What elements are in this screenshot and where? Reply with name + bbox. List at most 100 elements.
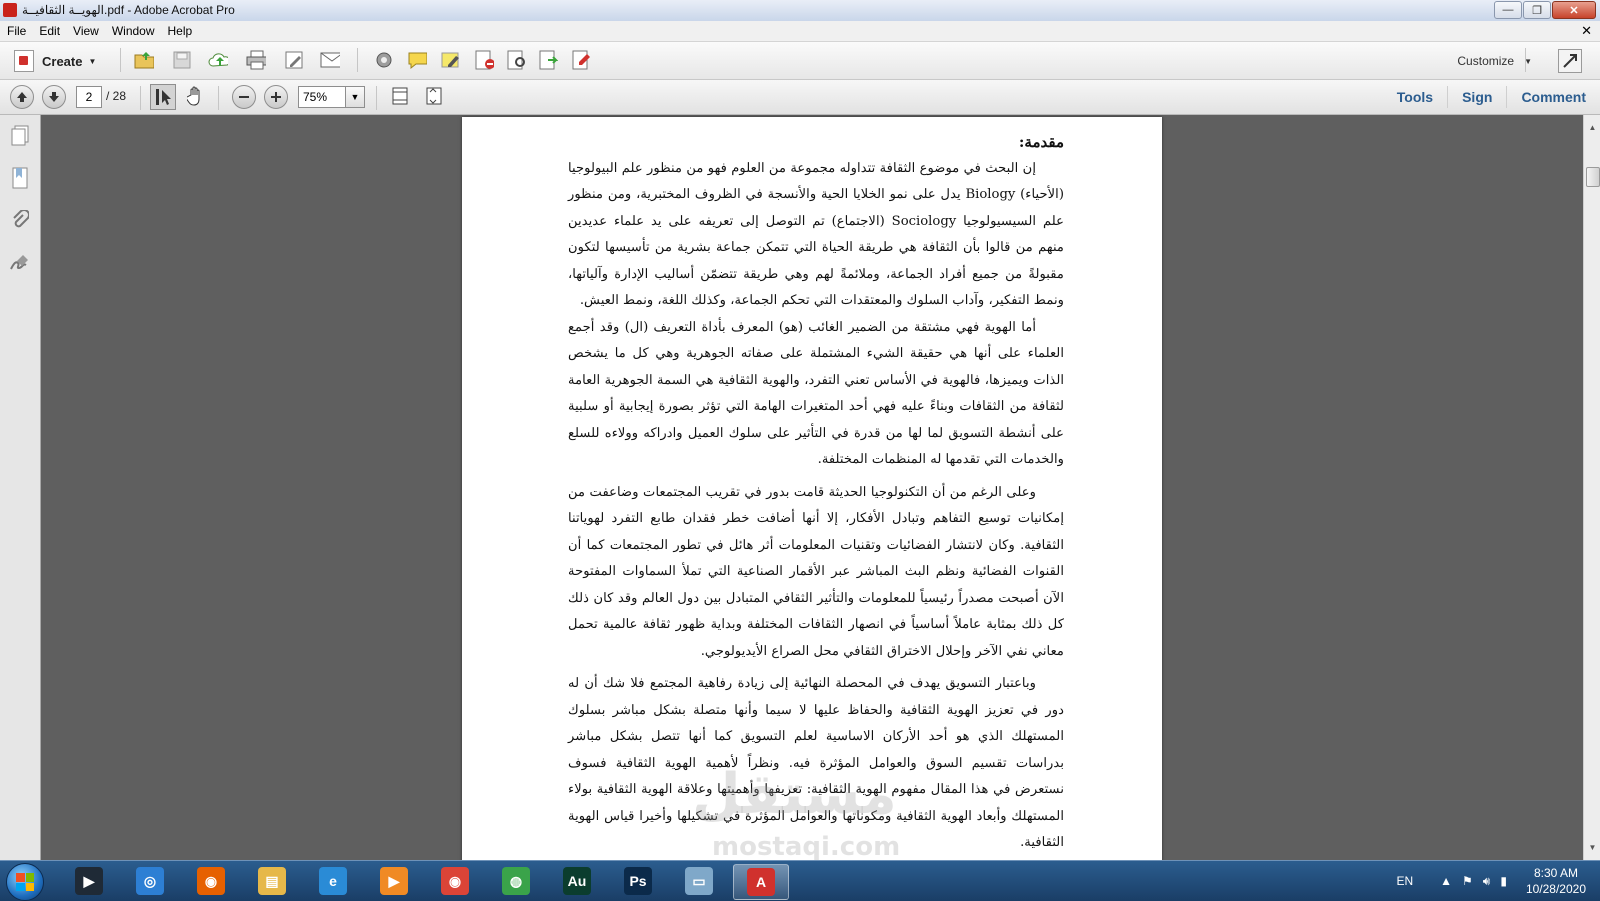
edit-icon[interactable] [284,50,304,70]
delete-page-icon[interactable] [474,50,494,70]
section-heading: مقدمة: [1018,133,1064,151]
clock[interactable]: 8:30 AM 10/28/2020 [1526,865,1586,897]
taskbar-app-file-explorer[interactable]: ▤ [245,864,299,898]
minimize-button[interactable]: — [1494,1,1522,19]
document-close-button[interactable]: ✕ [1581,23,1592,39]
taskbar-app-audition[interactable]: Au [550,864,604,898]
page-total: / 28 [106,89,127,103]
cursor-icon [156,89,171,105]
network-icon[interactable]: ▮ [1500,874,1507,888]
menu-view[interactable]: View [66,21,105,38]
review-icon[interactable] [506,50,526,70]
window-title: الهويــة الثقافيــة.pdf - Adobe Acrobat … [22,3,235,17]
media-player-icon: ▶ [75,867,103,895]
previous-page-button[interactable] [10,85,34,109]
menu-help[interactable]: Help [161,21,199,38]
save-icon[interactable] [172,50,192,70]
close-button[interactable]: ✕ [1552,1,1596,19]
stamp-icon[interactable] [571,50,591,70]
paragraph: أما الهوية فهي مشتقة من الضمير الغائب (ه… [568,319,1064,468]
tools-link[interactable]: Tools [1383,86,1447,108]
taskbar-app-green-app[interactable]: ◍ [489,864,543,898]
expand-icon[interactable] [1558,49,1582,73]
sign-link[interactable]: Sign [1447,86,1506,108]
taskbar-app-media-center[interactable]: ▶ [367,864,421,898]
pdf-app-icon [3,3,17,17]
bookmarks-icon[interactable] [9,167,31,189]
create-pdf-icon [14,50,34,72]
toolbar-divider [140,86,141,110]
fit-width-icon [392,87,408,105]
export-icon[interactable] [538,50,558,70]
taskbar-app-media-player[interactable]: ▶ [62,864,116,898]
comment-link[interactable]: Comment [1506,86,1600,108]
toolbar-divider [376,86,377,110]
zoom-dropdown-button[interactable]: ▼ [345,86,365,108]
taskbar-app-photoshop[interactable]: Ps [611,864,665,898]
acrobat-icon: A [747,868,775,896]
fit-page-button[interactable] [422,84,446,108]
main-toolbar: Create ▼ Customize ▼ [0,42,1600,80]
page-number-input[interactable]: 2 [76,86,102,108]
action-center-icon[interactable]: ⚑ [1462,874,1473,888]
window-controls: — ❐ ✕ [1494,1,1596,19]
comment-icon[interactable] [407,50,427,70]
paragraph: إن البحث في موضوع الثقافة تتداوله مجموعة… [568,160,1064,309]
internet-explorer-icon: e [319,867,347,895]
watermark-text: مستقل [692,762,897,827]
document-viewer[interactable]: مقدمة: إن البحث في موضوع الثقافة تتداوله… [41,115,1583,860]
photoshop-icon: Ps [624,867,652,895]
taskbar-app-internet-explorer[interactable]: e [306,864,360,898]
start-button[interactable] [6,863,44,901]
audition-icon: Au [563,867,591,895]
hand-tool-button[interactable] [184,84,208,108]
taskbar-app-notepad[interactable]: ▭ [672,864,726,898]
zoom-level-input[interactable]: 75% [298,86,350,108]
toolbar-divider [1525,48,1526,72]
fit-width-button[interactable] [388,84,412,108]
arrow-down-icon [49,92,59,102]
language-indicator[interactable]: EN [1396,874,1413,888]
attachments-icon[interactable] [9,210,31,232]
scroll-up-arrow[interactable]: ▲ [1587,123,1598,134]
print-icon[interactable] [246,50,266,70]
fit-page-icon [426,87,442,105]
media-center-icon: ▶ [380,867,408,895]
toolbar-divider [357,48,358,72]
menu-file[interactable]: File [0,21,32,38]
signatures-icon[interactable] [9,252,31,274]
highlight-icon[interactable] [440,50,460,70]
watermark: مستقل mostaqi.com [692,762,900,860]
chevron-down-icon: ▼ [88,56,97,66]
system-tray: EN ▲ ⚑ 🔊︎ ▮ 8:30 AM 10/28/2020 [1396,861,1586,901]
tray-expand-icon[interactable]: ▲ [1440,874,1452,888]
select-tool-button[interactable] [150,84,176,110]
zoom-in-button[interactable] [264,85,288,109]
settings-icon[interactable] [374,50,394,70]
maximize-button[interactable]: ❐ [1523,1,1551,19]
next-page-button[interactable] [42,85,66,109]
clock-time: 8:30 AM [1533,866,1578,880]
upload-cloud-icon[interactable] [208,50,228,70]
scroll-down-arrow[interactable]: ▼ [1587,843,1598,854]
vertical-scrollbar[interactable]: ▲ ▼ [1583,115,1600,860]
clock-date: 10/28/2020 [1525,882,1586,896]
zoom-out-button[interactable] [232,85,256,109]
taskbar-app-app-swirl[interactable]: ◎ [123,864,177,898]
minus-icon [239,96,249,98]
page-thumbnails-icon[interactable] [9,125,31,147]
taskbar-app-chrome[interactable]: ◉ [428,864,482,898]
open-folder-icon[interactable] [134,50,154,70]
scroll-thumb[interactable] [1586,167,1600,187]
menu-window[interactable]: Window [105,21,161,38]
taskbar-app-acrobat[interactable]: A [733,864,789,900]
create-button[interactable]: Create ▼ [8,49,102,73]
menu-edit[interactable]: Edit [32,21,66,38]
watermark-url: mostaqi.com [712,832,901,860]
taskbar-app-firefox[interactable]: ◉ [184,864,238,898]
customize-button[interactable]: Customize ▼ [1457,54,1532,68]
menu-bar: File Edit View Window Help ✕ [0,21,1600,42]
email-icon[interactable] [320,50,340,70]
volume-icon[interactable]: 🔊︎ [1483,874,1491,889]
green-app-icon: ◍ [502,867,530,895]
